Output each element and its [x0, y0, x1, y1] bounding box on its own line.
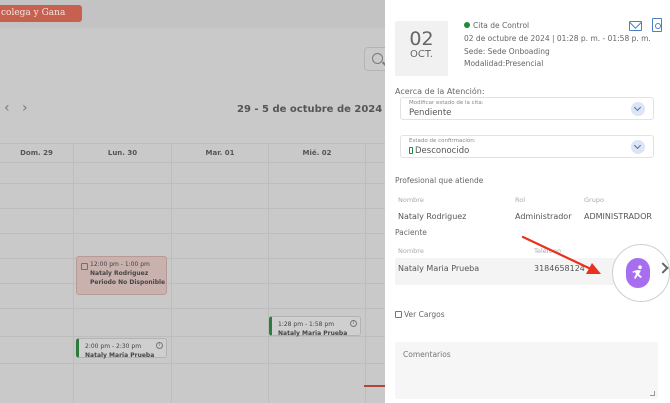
event-time: 1:28 pm - 1:58 pm [278, 321, 335, 328]
appointment-type-label: Cita de Control [473, 21, 530, 30]
calendar-event[interactable]: i 1:28 pm - 1:58 pm Nataly Maria Prueba [269, 316, 361, 337]
prev-week-button[interactable]: ‹ [4, 101, 10, 115]
comments-label: Comentarios [403, 350, 451, 359]
grid-line [268, 163, 269, 403]
event-title: Nataly Maria Prueba [278, 330, 348, 337]
grid-line [0, 258, 390, 259]
professional-label: Profesional que atiende [395, 176, 484, 185]
select-caption: Estado de confirmación: [409, 138, 476, 144]
grid-line [0, 308, 390, 309]
grid-line [0, 283, 390, 284]
grid-line [0, 363, 390, 364]
calendar-blocked-icon [81, 263, 88, 270]
day-header-wed[interactable]: Mié. 02 [268, 144, 365, 164]
professional-role-header: Rol [515, 196, 526, 204]
grid-line [0, 208, 390, 209]
day-header-sun[interactable]: Dom. 29 [0, 144, 73, 164]
grid-line [365, 163, 366, 403]
chevron-down-icon [631, 102, 645, 116]
day-header-row: Dom. 29 Lun. 30 Mar. 01 Mié. 02 [0, 143, 390, 164]
appointment-modality: Modalidad:Presencial [464, 59, 544, 68]
patient-name: Nataly Maria Prueba [398, 264, 480, 273]
edit-icon [395, 311, 402, 318]
appointment-status-select[interactable]: Modificar estado de la cita: Pendiente [400, 97, 654, 120]
appointment-day: 02 [409, 28, 434, 50]
professional-name-header: Nombre [398, 196, 424, 204]
patient-name-header: Nombre [398, 247, 424, 255]
grid-line [73, 163, 74, 403]
select-value: Desconocido [409, 146, 469, 156]
appointment-detail-panel: 02 OCT. Cita de Control 02 de octubre de… [385, 0, 670, 403]
event-title: Nataly Maria Prueba [85, 352, 155, 359]
patient-phone: 3184658124 [534, 264, 585, 273]
promo-banner[interactable]: colega y Gana [0, 5, 82, 22]
grid-line [0, 233, 390, 234]
status-dot-icon [464, 22, 470, 28]
patient-action-button[interactable] [626, 258, 650, 288]
appointment-date-box: 02 OCT. [395, 21, 448, 76]
appointment-datetime: 02 de octubre de 2024 | 01:28 p. m. - 01… [464, 34, 651, 43]
event-subtitle: Periodo No Disponible [90, 279, 166, 286]
grid-line [171, 163, 172, 403]
event-time: 12:00 pm - 1:00 pm [90, 261, 150, 268]
professional-group: ADMINISTRADOR [584, 212, 652, 221]
confirmation-status-select[interactable]: Estado de confirmación: Desconocido [400, 135, 654, 158]
view-charges-link[interactable]: Ver Cargos [395, 310, 445, 319]
calendar-view: colega y Gana ‹ › 29 - 5 de octubre de 2… [0, 0, 390, 403]
confirmation-value: Desconocido [415, 146, 470, 156]
calendar-event-blocked[interactable]: 12:00 pm - 1:00 pm Nataly Rodriguez Peri… [76, 256, 167, 295]
select-caption: Modificar estado de la cita: [409, 100, 484, 106]
patient-label: Paciente [395, 228, 427, 237]
info-icon: i [350, 320, 357, 327]
about-label: Acerca de la Atención: [395, 87, 485, 96]
chevron-down-icon [631, 140, 645, 154]
resize-grip-icon[interactable] [650, 391, 655, 396]
professional-name: Nataly Rodriguez [398, 212, 467, 221]
day-header-mon[interactable]: Lun. 30 [73, 144, 171, 164]
info-icon: i [156, 342, 163, 349]
grid-line [0, 183, 390, 184]
calendar-event[interactable]: i 2:00 pm - 2:30 pm Nataly Maria Prueba [76, 338, 167, 359]
select-value: Pendiente [409, 108, 452, 118]
view-charges-label: Ver Cargos [404, 310, 445, 319]
next-week-button[interactable]: › [22, 101, 28, 115]
event-time: 2:00 pm - 2:30 pm [85, 343, 142, 350]
runner-icon [632, 265, 642, 279]
professional-role: Administrador [515, 212, 572, 221]
week-title: 29 - 5 de octubre de 2024 [237, 104, 383, 115]
document-icon[interactable] [652, 18, 662, 32]
day-header-tue[interactable]: Mar. 01 [171, 144, 268, 164]
patient-phone-header: Teléfono [534, 247, 562, 255]
professional-group-header: Grupo [584, 196, 604, 204]
search-icon [372, 53, 383, 64]
mail-icon[interactable] [629, 21, 642, 31]
event-title: Nataly Rodriguez [90, 270, 149, 277]
phone-icon [409, 147, 413, 154]
comments-textarea[interactable]: Comentarios [395, 342, 658, 399]
appointment-venue: Sede: Sede Onboading [464, 47, 550, 56]
appointment-month: OCT. [410, 49, 433, 60]
appointment-type: Cita de Control [464, 21, 529, 30]
